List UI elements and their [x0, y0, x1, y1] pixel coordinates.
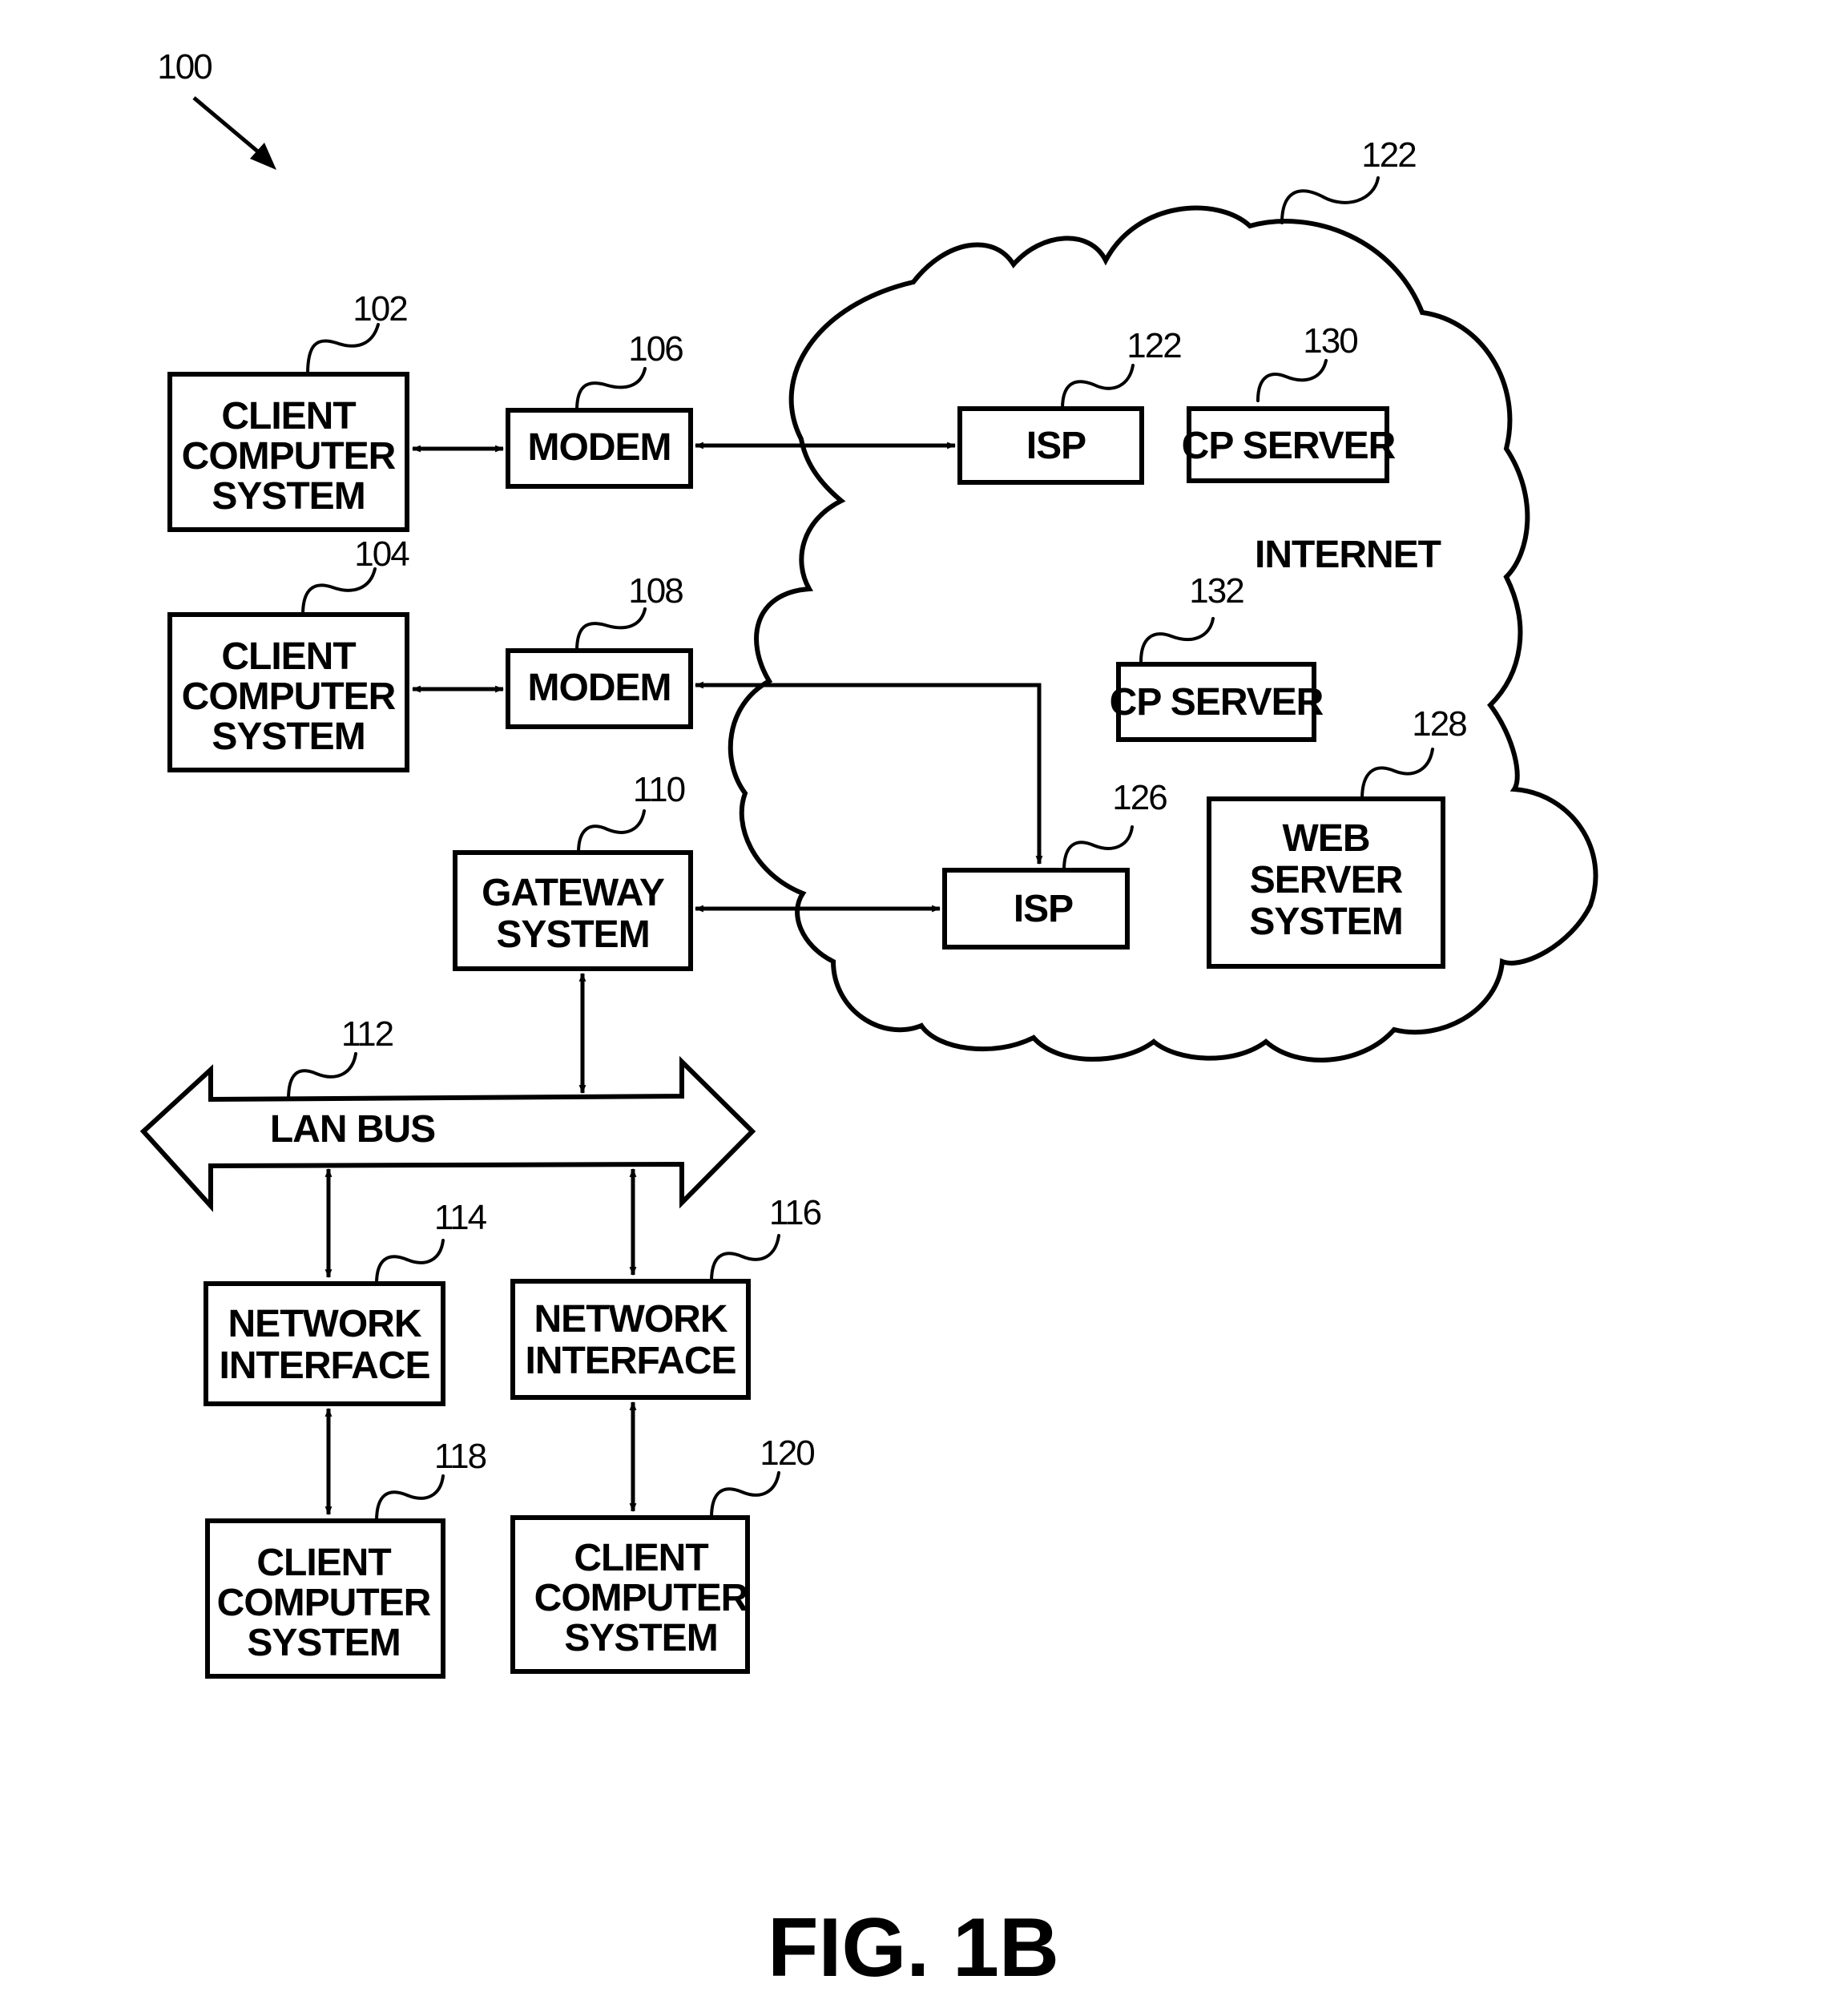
client-104-line1: CLIENT	[221, 635, 356, 678]
cp-server-130-label: CP SERVER	[1182, 425, 1396, 467]
client-118-line1: CLIENT	[256, 1542, 391, 1584]
cp-server-132-leader	[1139, 617, 1215, 663]
web-server-128-ref: 128	[1412, 704, 1466, 744]
modem-106-ref: 106	[628, 329, 683, 369]
isp-top[interactable]: ISP 122	[957, 326, 1183, 485]
cp-server-130-ref: 130	[1303, 321, 1357, 361]
netif-116-line1: NETWORK	[534, 1298, 728, 1341]
modem-106-label: MODEM	[528, 426, 671, 469]
client-118-leader	[375, 1474, 445, 1522]
netif-114-line1: NETWORK	[228, 1303, 422, 1345]
lan-bus-ref: 112	[341, 1014, 393, 1054]
isp-126-label: ISP	[1014, 888, 1073, 930]
client-120-line2: COMPUTER	[534, 1577, 748, 1619]
cp-server-130[interactable]: CP SERVER 130	[1182, 321, 1397, 483]
client-118-ref: 118	[434, 1437, 486, 1476]
netif-114-ref: 114	[434, 1198, 487, 1237]
isp-top-label: ISP	[1026, 425, 1086, 467]
figure-title: FIG. 1B	[768, 1901, 1059, 1994]
gateway-110-ref: 110	[633, 770, 685, 809]
modem-106-leader	[575, 367, 647, 412]
network-diagram: 100 INTERNET 122 CLIENT COMPUTER SYSTEM …	[139, 47, 1598, 1994]
modem-106[interactable]: MODEM 106	[506, 329, 693, 489]
cp-server-132-label: CP SERVER	[1110, 681, 1324, 724]
modem-108[interactable]: MODEM 108	[506, 571, 693, 729]
client-computer-104[interactable]: CLIENT COMPUTER SYSTEM 104	[167, 534, 411, 772]
client-102-line3: SYSTEM	[212, 475, 365, 518]
client-120-line1: CLIENT	[574, 1537, 708, 1579]
client-computer-118[interactable]: CLIENT COMPUTER SYSTEM 118	[205, 1437, 488, 1679]
client-computer-120[interactable]: CLIENT COMPUTER SYSTEM 120	[510, 1433, 816, 1674]
network-interface-114[interactable]: NETWORK INTERFACE 114	[204, 1198, 489, 1406]
isp-top-ref: 122	[1127, 326, 1181, 365]
web-server-128-line3: SYSTEM	[1249, 901, 1402, 943]
isp-top-leader	[1061, 364, 1135, 410]
gateway-110-leader	[577, 809, 646, 854]
client-120-leader	[710, 1471, 780, 1519]
client-104-leader	[301, 567, 377, 616]
system-reference: 100	[157, 47, 276, 170]
isp-126-leader	[1062, 825, 1134, 872]
cp-server-132-ref: 132	[1189, 571, 1243, 611]
system-ref-arrow	[192, 96, 266, 159]
client-102-line1: CLIENT	[221, 395, 356, 437]
client-120-line3: SYSTEM	[564, 1617, 717, 1659]
web-server-128[interactable]: WEB SERVER SYSTEM 128	[1207, 704, 1468, 969]
netif-116-leader	[710, 1234, 780, 1283]
client-118-line3: SYSTEM	[247, 1622, 400, 1664]
lan-bus-leader	[287, 1052, 357, 1101]
gateway-110-line2: SYSTEM	[496, 913, 649, 956]
internet-cloud: INTERNET 122	[728, 135, 1598, 1062]
client-computer-102[interactable]: CLIENT COMPUTER SYSTEM 102	[167, 289, 409, 532]
netif-114-line2: INTERFACE	[219, 1345, 429, 1387]
web-server-128-leader	[1360, 748, 1434, 800]
client-118-line2: COMPUTER	[217, 1582, 431, 1624]
modem-108-label: MODEM	[528, 667, 671, 709]
cp-server-130-leader	[1256, 359, 1328, 402]
client-104-line3: SYSTEM	[212, 716, 365, 758]
isp-126[interactable]: ISP 126	[942, 778, 1168, 950]
client-104-line2: COMPUTER	[182, 675, 396, 718]
client-104-ref: 104	[354, 534, 409, 574]
client-120-ref: 120	[760, 1433, 814, 1473]
gateway-110-line1: GATEWAY	[482, 872, 665, 914]
web-server-128-line2: SERVER	[1250, 859, 1403, 901]
system-ref-label: 100	[157, 47, 212, 87]
client-102-leader	[306, 323, 380, 376]
cp-server-132[interactable]: CP SERVER 132	[1110, 571, 1324, 742]
client-102-ref: 102	[353, 289, 407, 329]
netif-114-leader	[375, 1239, 445, 1285]
cloud-ref-leader	[1280, 176, 1380, 224]
lan-bus-label: LAN BUS	[270, 1108, 435, 1151]
client-102-line2: COMPUTER	[182, 435, 396, 478]
netif-116-line2: INTERFACE	[525, 1340, 736, 1382]
web-server-128-line1: WEB	[1283, 817, 1370, 860]
modem-108-leader	[575, 607, 647, 652]
lan-bus-112[interactable]: LAN BUS 112	[139, 1014, 756, 1212]
netif-116-ref: 116	[769, 1193, 821, 1232]
modem-108-ref: 108	[628, 571, 683, 611]
lan-bus-arrow	[139, 1055, 756, 1212]
cloud-ref-label: 122	[1361, 135, 1416, 175]
network-interface-116[interactable]: NETWORK INTERFACE 116	[510, 1193, 823, 1400]
internet-label: INTERNET	[1255, 534, 1441, 576]
gateway-110[interactable]: GATEWAY SYSTEM 110	[453, 770, 693, 971]
isp-126-ref: 126	[1112, 778, 1167, 817]
